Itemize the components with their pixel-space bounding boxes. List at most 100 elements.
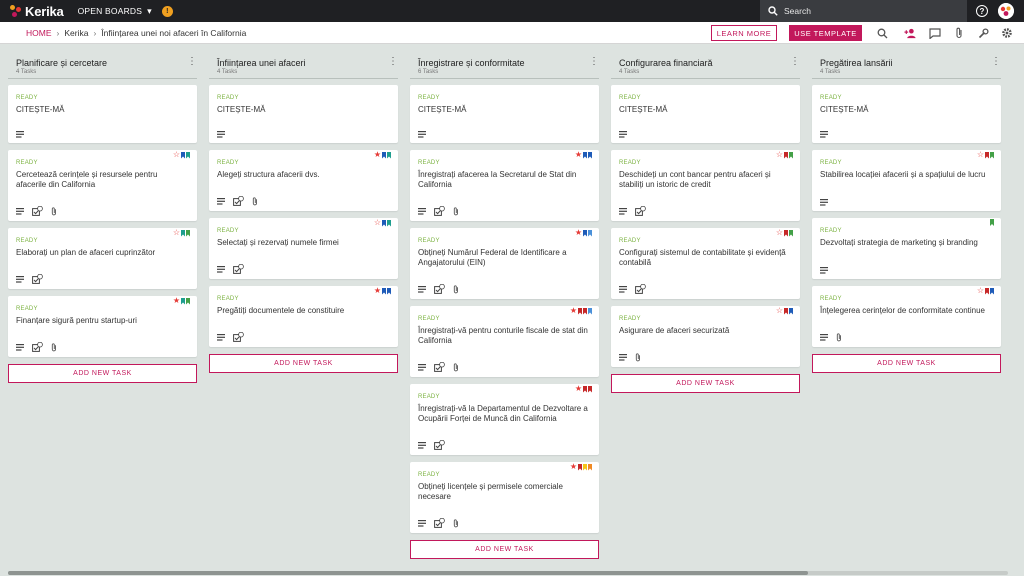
search-bar[interactable] (760, 0, 967, 22)
help-icon[interactable]: ? (976, 5, 988, 17)
task-card[interactable]: READY CITEȘTE-MĂ (812, 85, 1001, 143)
kerika-logo[interactable]: Kerika (10, 4, 64, 19)
search-input[interactable] (784, 6, 934, 16)
task-card[interactable]: READY Alegeți structura afacerii dvs. ★ (209, 150, 398, 211)
column-title: Înființarea unei afaceri (217, 58, 306, 68)
breadcrumb-org[interactable]: Kerika (64, 28, 88, 38)
task-status: READY (619, 238, 641, 244)
star-filled-icon[interactable]: ★ (570, 463, 577, 471)
star-outline-icon[interactable]: ☆ (173, 229, 180, 237)
task-tags: ★ (374, 151, 391, 159)
star-filled-icon[interactable]: ★ (575, 151, 582, 159)
column-more-icon[interactable]: ⋮ (589, 57, 599, 67)
tools-icon[interactable] (977, 27, 989, 39)
tag-flag-icon (387, 151, 391, 159)
star-outline-icon[interactable]: ☆ (173, 151, 180, 159)
add-new-task-button[interactable]: ADD NEW TASK (8, 364, 197, 383)
attachment-icon[interactable] (953, 27, 965, 39)
column-more-icon[interactable]: ⋮ (388, 57, 398, 67)
star-filled-icon[interactable]: ★ (374, 287, 381, 295)
checklist-icon (434, 362, 445, 372)
task-card[interactable]: READY Finanțare sigură pentru startup-uri… (8, 296, 197, 357)
description-icon (16, 131, 24, 138)
tag-flag-icon (387, 219, 391, 227)
add-new-task-button[interactable]: ADD NEW TASK (812, 354, 1001, 373)
avatar[interactable] (998, 3, 1014, 19)
task-card[interactable]: READY Dezvoltați strategia de marketing ș… (812, 218, 1001, 279)
scrollbar-thumb[interactable] (8, 571, 808, 575)
star-filled-icon[interactable]: ★ (173, 297, 180, 305)
add-new-task-button[interactable]: ADD NEW TASK (611, 374, 800, 393)
task-card[interactable]: READY Obțineți Numărul Federal de Identif… (410, 228, 599, 299)
tag-flag-icon (583, 463, 587, 471)
task-card[interactable]: READY Înregistrați-vă la Departamentul de… (410, 384, 599, 455)
star-outline-icon[interactable]: ☆ (776, 307, 783, 315)
task-status: READY (418, 472, 440, 478)
task-card[interactable]: READY CITEȘTE-MĂ (611, 85, 800, 143)
tag-flag-icon (784, 229, 788, 237)
task-indicators (217, 131, 225, 138)
tag-flag-icon (578, 307, 582, 315)
column-configurare: Configurarea financiară 4 Tasks ⋮ READY C… (611, 55, 800, 393)
star-outline-icon[interactable]: ☆ (374, 219, 381, 227)
task-card[interactable]: READY CITEȘTE-MĂ (8, 85, 197, 143)
checklist-icon (32, 342, 43, 352)
attachment-icon (836, 333, 841, 342)
task-card[interactable]: READY Configurați sistemul de contabilita… (611, 228, 800, 299)
task-card[interactable]: READY Înțelegerea cerințelor de conformit… (812, 286, 1001, 347)
column-more-icon[interactable]: ⋮ (790, 57, 800, 67)
task-status: READY (16, 95, 38, 101)
task-card[interactable]: READY Pregătiți documentele de constituir… (209, 286, 398, 347)
column-more-icon[interactable]: ⋮ (187, 57, 197, 67)
task-card[interactable]: READY Selectați și rezervați numele firme… (209, 218, 398, 279)
task-title: Înțelegerea cerințelor de conformitate c… (820, 306, 985, 315)
column-more-icon[interactable]: ⋮ (991, 57, 1001, 67)
task-card[interactable]: READY Deschideți un cont bancar pentru af… (611, 150, 800, 221)
star-outline-icon[interactable]: ☆ (977, 287, 984, 295)
notification-icon[interactable]: ! (161, 5, 173, 17)
column-title: Planificare și cercetare (16, 58, 108, 68)
task-card[interactable]: READY Obțineți licențele și permisele com… (410, 462, 599, 533)
settings-gear-icon[interactable] (1001, 27, 1013, 39)
task-card[interactable]: READY Asigurare de afaceri securizată ☆ (611, 306, 800, 367)
add-new-task-button[interactable]: ADD NEW TASK (410, 540, 599, 559)
kerika-logo-icon (10, 5, 22, 17)
add-person-icon[interactable] (904, 27, 916, 39)
chevron-down-icon: ▾ (147, 5, 152, 16)
breadcrumb-home[interactable]: HOME (26, 28, 52, 38)
open-boards-menu[interactable]: OPEN BOARDS ▾ (78, 6, 152, 17)
checklist-icon (434, 206, 445, 216)
avatar-image (998, 3, 1014, 19)
checklist-icon (233, 196, 244, 206)
star-filled-icon[interactable]: ★ (374, 151, 381, 159)
learn-more-button[interactable]: LEARN MORE (711, 25, 777, 41)
star-filled-icon[interactable]: ★ (575, 385, 582, 393)
column-inregistrare: Înregistrare și conformitate 6 Tasks ⋮ R… (410, 55, 599, 559)
chat-icon[interactable] (929, 27, 941, 39)
search-board-icon[interactable] (876, 27, 888, 39)
task-tags: ★ (575, 385, 592, 393)
tag-flag-icon (784, 151, 788, 159)
star-filled-icon[interactable]: ★ (575, 229, 582, 237)
task-tags: ☆ (776, 229, 793, 237)
task-card[interactable]: READY Stabilirea locației afacerii și a s… (812, 150, 1001, 211)
task-card[interactable]: READY CITEȘTE-MĂ (410, 85, 599, 143)
horizontal-scrollbar[interactable] (8, 571, 1008, 575)
task-card[interactable]: READY CITEȘTE-MĂ (209, 85, 398, 143)
description-icon (16, 207, 24, 215)
task-tags: ☆ (977, 151, 994, 159)
tag-flag-icon (382, 287, 386, 295)
column-header: Înființarea unei afaceri 4 Tasks ⋮ (209, 55, 398, 79)
task-card[interactable]: READY Înregistrați afacerea la Secretarul… (410, 150, 599, 221)
task-card[interactable]: READY Elaborați un plan de afaceri cuprin… (8, 228, 197, 289)
task-status: READY (16, 238, 38, 244)
task-card[interactable]: READY Înregistrați-vă pentru conturile fi… (410, 306, 599, 377)
column-planificare: Planificare și cercetare 4 Tasks ⋮ READY… (8, 55, 197, 383)
star-outline-icon[interactable]: ☆ (776, 151, 783, 159)
add-new-task-button[interactable]: ADD NEW TASK (209, 354, 398, 373)
star-outline-icon[interactable]: ☆ (776, 229, 783, 237)
use-template-button[interactable]: USE TEMPLATE (789, 25, 862, 41)
star-filled-icon[interactable]: ★ (570, 307, 577, 315)
task-card[interactable]: READY Cercetează cerințele și resursele p… (8, 150, 197, 221)
star-outline-icon[interactable]: ☆ (977, 151, 984, 159)
